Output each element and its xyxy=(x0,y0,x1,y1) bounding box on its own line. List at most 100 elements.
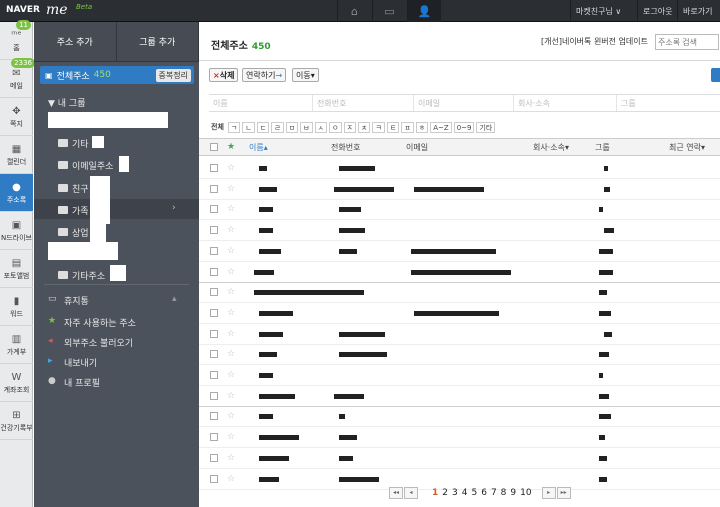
page-number[interactable]: 2 xyxy=(442,488,448,498)
index-other[interactable]: 기타 xyxy=(476,121,496,133)
table-row[interactable]: ☆ xyxy=(199,324,720,345)
other-address-item[interactable]: 기타주소 xyxy=(72,269,105,282)
favorite-star-icon[interactable]: ☆ xyxy=(227,205,235,214)
column-group[interactable]: 그룹 xyxy=(595,142,610,153)
favorite-star-icon[interactable]: ☆ xyxy=(227,329,235,339)
sidebar-item-note[interactable]: ✥ 쪽지 xyxy=(0,98,33,136)
export-item[interactable]: 내보내기 xyxy=(64,356,97,369)
index-letter[interactable]: ㄱ xyxy=(227,121,241,133)
chevron-right-icon[interactable]: › xyxy=(172,203,176,213)
index-letter[interactable]: ㅁ xyxy=(285,121,299,133)
index-letter[interactable]: ㅈ xyxy=(343,121,356,133)
page-number[interactable]: 5 xyxy=(471,488,477,498)
add-group-button[interactable]: 그룹 추가 xyxy=(117,22,199,61)
index-all[interactable]: 전체 xyxy=(209,122,226,133)
logout-link[interactable]: 로그아웃 xyxy=(637,0,677,22)
dedupe-button[interactable]: 중복정리 xyxy=(155,68,191,82)
sidebar-item-ledger[interactable]: ▥ 가계부 xyxy=(0,326,33,364)
column-phone[interactable]: 전화번호 xyxy=(331,142,360,153)
group-name-input[interactable] xyxy=(48,112,168,128)
page-number[interactable]: 1 xyxy=(432,488,438,498)
column-email[interactable]: 이메일 xyxy=(406,142,428,153)
row-checkbox[interactable] xyxy=(210,350,218,359)
page-number[interactable]: 3 xyxy=(452,488,458,498)
trash-item[interactable]: 휴지통 xyxy=(64,294,89,307)
page-number[interactable]: 8 xyxy=(501,488,507,498)
row-checkbox[interactable] xyxy=(210,412,218,421)
import-addresses-item[interactable]: 외부주소 불러오기 xyxy=(64,336,133,349)
column-company[interactable]: 회사·소속▾ xyxy=(533,142,569,153)
shortcut-link[interactable]: 바로가기 xyxy=(677,0,717,22)
sidebar-item-photo[interactable]: ▤ 포토앨범 xyxy=(0,250,33,288)
index-letter[interactable]: ㄷ xyxy=(256,121,270,133)
index-letter[interactable]: ㅋ xyxy=(372,121,385,133)
favorite-star-icon[interactable]: ☆ xyxy=(227,288,235,297)
user-menu[interactable]: 마켓친구님 ∨ xyxy=(570,0,626,22)
index-digits[interactable]: 0~9 xyxy=(453,121,475,133)
row-checkbox[interactable] xyxy=(210,267,218,276)
home-icon[interactable]: ⌂ xyxy=(337,0,371,22)
sidebar-item-bank[interactable]: W 계좌조회 xyxy=(0,364,33,402)
row-checkbox[interactable] xyxy=(210,453,218,462)
index-letter[interactable]: ㅎ xyxy=(415,121,429,133)
row-checkbox[interactable] xyxy=(210,433,218,442)
page-number[interactable]: 6 xyxy=(481,488,487,498)
page-number[interactable]: 4 xyxy=(462,488,468,498)
favorite-star-icon[interactable]: ☆ xyxy=(227,453,235,463)
index-letter[interactable]: ㅍ xyxy=(401,121,414,133)
phone-filter-input[interactable]: 전화번호 xyxy=(313,95,414,111)
index-letter[interactable]: ㅇ xyxy=(329,121,342,133)
table-row[interactable]: ☆ xyxy=(199,386,720,407)
favorite-star-icon[interactable]: ☆ xyxy=(227,371,235,380)
group-item-etc[interactable]: 기타 xyxy=(72,137,89,150)
sidebar-item-word[interactable]: ▮ 워드 xyxy=(0,288,33,326)
sidebar-item-calendar[interactable]: ▦ 캘린더 xyxy=(0,136,33,174)
my-profile-item[interactable]: 내 프로필 xyxy=(64,376,100,389)
first-page-button[interactable]: ◂◂ xyxy=(389,487,403,499)
group-filter-select[interactable]: 그룹 xyxy=(617,95,712,111)
update-notice-link[interactable]: [개선]네이버톡 윈버전 업데이트 xyxy=(541,36,648,47)
favorite-star-icon[interactable]: ☆ xyxy=(227,164,235,173)
row-checkbox[interactable] xyxy=(210,391,218,400)
favorite-star-icon[interactable]: ☆ xyxy=(227,267,235,277)
column-name[interactable]: 이름▴ xyxy=(249,142,268,153)
sidebar-item-mail[interactable]: 2336 ✉ 메일 xyxy=(0,58,35,98)
index-letter[interactable]: ㄴ xyxy=(242,121,255,133)
empty-trash-icon[interactable]: ▴ xyxy=(172,294,177,304)
favorite-star-icon[interactable]: ☆ xyxy=(227,350,235,359)
name-filter-input[interactable]: 이름 xyxy=(209,95,313,111)
table-row[interactable]: ☆ xyxy=(199,365,720,386)
column-recent[interactable]: 최근 연락▾ xyxy=(669,142,705,153)
table-row[interactable]: ☆ xyxy=(199,241,720,262)
move-button[interactable]: 이동▾ xyxy=(292,68,319,82)
page-number[interactable]: 10 xyxy=(520,488,531,498)
sidebar-item-drive[interactable]: ▣ N드라이브 xyxy=(0,212,33,250)
table-row[interactable]: ☆ xyxy=(199,158,720,179)
table-row[interactable]: ☆ xyxy=(199,282,720,304)
favorite-star-icon[interactable]: ☆ xyxy=(227,246,235,256)
index-letter[interactable]: ㅌ xyxy=(386,121,400,133)
favorite-star-icon[interactable]: ☆ xyxy=(227,433,235,442)
add-address-button[interactable]: 주소 추가 xyxy=(34,22,117,61)
sidebar-item-contacts[interactable]: ● 주소록 xyxy=(0,174,33,212)
table-row[interactable]: ☆ xyxy=(199,199,720,221)
window-icon[interactable]: ▭ xyxy=(372,0,406,22)
favorite-star-icon[interactable]: ☆ xyxy=(227,184,235,194)
view-toggle-button[interactable] xyxy=(711,68,720,82)
row-checkbox[interactable] xyxy=(210,164,218,172)
group-item-email[interactable]: 이메일주소 xyxy=(72,159,113,172)
index-letter[interactable]: ㅊ xyxy=(357,121,371,133)
group-item-friend[interactable]: 친구 xyxy=(72,182,89,195)
row-checkbox[interactable] xyxy=(210,184,218,193)
all-addresses-item[interactable]: ▣ 전체주소 450 중복정리 xyxy=(40,66,194,84)
index-letter[interactable]: ㅅ xyxy=(314,121,328,133)
select-all-checkbox[interactable] xyxy=(210,143,218,151)
row-checkbox[interactable] xyxy=(210,474,218,483)
row-checkbox[interactable] xyxy=(210,246,218,255)
last-page-button[interactable]: ▸▸ xyxy=(556,487,571,499)
my-groups-header[interactable]: ▼ 내 그룹 xyxy=(48,96,85,109)
contact-button[interactable]: 연락하기→ xyxy=(242,68,287,82)
star-icon[interactable]: ★ xyxy=(227,143,235,152)
address-search-input[interactable] xyxy=(655,34,719,50)
index-letter[interactable]: ㄹ xyxy=(271,121,284,133)
